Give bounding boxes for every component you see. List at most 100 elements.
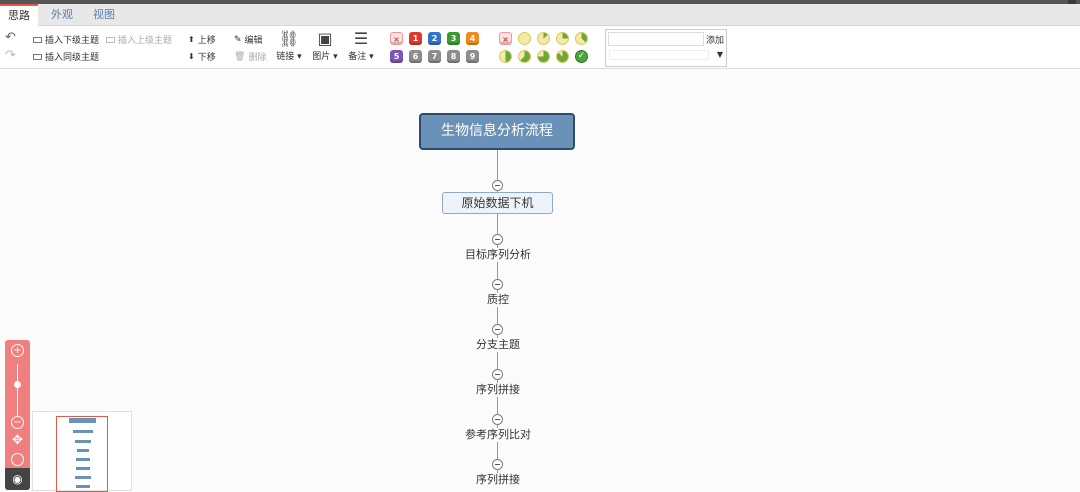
- tab-bar: 思路 外观 视图: [0, 4, 1080, 27]
- progress-7-8-icon[interactable]: [556, 50, 569, 63]
- remove-priority-icon[interactable]: ×: [390, 32, 403, 45]
- progress-fill: [538, 51, 549, 62]
- root-topic[interactable]: 生物信息分析流程: [419, 113, 575, 150]
- chevron-down-icon: ▾: [366, 52, 374, 62]
- insert-sibling-button[interactable]: 插入同级主题: [33, 50, 99, 63]
- priority-1-icon[interactable]: 1: [409, 32, 422, 45]
- zoom-in-icon[interactable]: +: [11, 344, 24, 357]
- chevron-down-icon: ▾: [330, 52, 338, 62]
- note-label: 备注: [348, 52, 367, 62]
- insert-sibling-icon: [33, 53, 42, 60]
- move-down-label: 下移: [197, 53, 216, 63]
- collapse-toggle[interactable]: [492, 234, 503, 245]
- collapse-toggle[interactable]: [492, 369, 503, 380]
- subtopic-node[interactable]: 序列拼接: [438, 383, 558, 397]
- delete-label: 删除: [248, 53, 267, 63]
- edit-icon: ✎: [234, 34, 242, 45]
- image-icon: ▣: [317, 29, 333, 48]
- note-icon: ☰: [353, 29, 369, 48]
- progress-fill: [576, 33, 587, 44]
- priority-2-icon[interactable]: 2: [428, 32, 441, 45]
- priority-9-icon[interactable]: 9: [466, 50, 479, 63]
- progress-fill: [557, 33, 568, 44]
- subtopic-node[interactable]: 参考序列比对: [438, 428, 558, 442]
- redo-icon[interactable]: ↷: [5, 48, 16, 63]
- progress-4-8-icon[interactable]: [499, 50, 512, 63]
- tab-appearance[interactable]: 外观: [43, 4, 81, 26]
- link-button[interactable]: ⛓ 链接 ▾: [274, 29, 304, 62]
- priority-8-icon[interactable]: 8: [447, 50, 460, 63]
- subtopic-node[interactable]: 序列拼接: [438, 473, 558, 487]
- toolbar: ↶ ↷ 插入下级主题 插入上级主题 插入同级主题 ⬆ 上移 ⬇ 下移 ✎ 编辑 …: [0, 26, 1080, 69]
- priority-4-icon[interactable]: 4: [466, 32, 479, 45]
- main-topic[interactable]: 原始数据下机: [442, 192, 553, 214]
- link-label: 链接: [276, 52, 295, 62]
- move-icon[interactable]: ✥: [11, 434, 24, 448]
- undo-icon[interactable]: ↶: [5, 30, 16, 45]
- locate-icon[interactable]: [11, 453, 24, 466]
- tab-view[interactable]: 视图: [85, 4, 123, 26]
- move-up-label: 上移: [197, 36, 216, 46]
- minimap-viewport[interactable]: [56, 416, 108, 492]
- insert-sibling-label: 插入同级主题: [45, 53, 100, 63]
- zoom-panel: + − ✥ ◉: [5, 340, 30, 490]
- move-down-button[interactable]: ⬇ 下移: [188, 50, 216, 63]
- insert-child-icon: [33, 36, 42, 43]
- add-resource-button[interactable]: 添加: [706, 33, 724, 46]
- note-button[interactable]: ☰ 备注 ▾: [346, 29, 376, 62]
- minimap-node: [76, 467, 90, 470]
- priority-3-icon[interactable]: 3: [447, 32, 460, 45]
- resource-list[interactable]: [609, 50, 709, 60]
- chevron-down-icon[interactable]: ▼: [717, 50, 723, 59]
- zoom-out-icon[interactable]: −: [11, 416, 24, 429]
- priority-6-icon[interactable]: 6: [409, 50, 422, 63]
- minimap-node: [75, 476, 91, 479]
- progress-5-8-icon[interactable]: [518, 50, 531, 63]
- insert-child-button[interactable]: 插入下级主题: [33, 33, 99, 46]
- down-arrow-icon: ⬇: [188, 52, 195, 61]
- move-up-button[interactable]: ⬆ 上移: [188, 33, 216, 46]
- zoom-slider-handle[interactable]: [14, 381, 21, 388]
- progress-fill: ✓: [577, 51, 586, 61]
- progress-2-8-icon[interactable]: [556, 32, 569, 45]
- priority-7-icon[interactable]: 7: [428, 50, 441, 63]
- progress-fill: [500, 51, 511, 62]
- resource-panel: 添加 ▼: [605, 29, 727, 67]
- subtopic-node[interactable]: 目标序列分析: [438, 248, 558, 262]
- progress-fill: [538, 33, 549, 44]
- progress-0-8-icon[interactable]: [518, 32, 531, 45]
- minimap-node: [77, 449, 89, 452]
- up-arrow-icon: ⬆: [188, 35, 195, 44]
- image-button[interactable]: ▣ 图片 ▾: [310, 29, 340, 62]
- minimap-node: [76, 458, 90, 461]
- progress-3-8-icon[interactable]: [575, 32, 588, 45]
- collapse-toggle[interactable]: [492, 459, 503, 470]
- chevron-down-icon: ▾: [294, 52, 302, 62]
- link-icon: ⛓: [278, 29, 300, 48]
- mindmap-canvas[interactable]: 生物信息分析流程 原始数据下机 目标序列分析 质控 分支主题 序列拼接 参考序列比对 序列…: [0, 70, 1080, 491]
- minimap-node: [73, 430, 93, 433]
- tab-idea[interactable]: 思路: [0, 4, 38, 27]
- subtopic-node[interactable]: 质控: [438, 293, 558, 307]
- priority-5-icon[interactable]: 5: [390, 50, 403, 63]
- subtopic-node[interactable]: 分支主题: [438, 338, 558, 352]
- eye-icon[interactable]: ◉: [5, 468, 30, 490]
- collapse-toggle[interactable]: [492, 279, 503, 290]
- edit-label: 编辑: [244, 36, 263, 46]
- progress-1-8-icon[interactable]: [537, 32, 550, 45]
- zoom-slider-track[interactable]: [17, 364, 18, 416]
- delete-button[interactable]: 🗑 删除: [234, 50, 267, 64]
- collapse-toggle[interactable]: [492, 414, 503, 425]
- edit-button[interactable]: ✎ 编辑: [234, 33, 263, 47]
- resource-input[interactable]: [608, 32, 704, 46]
- collapse-toggle[interactable]: [492, 324, 503, 335]
- trash-icon: 🗑: [234, 51, 246, 62]
- navigator-minimap[interactable]: [32, 411, 132, 492]
- remove-progress-icon[interactable]: ×: [499, 32, 512, 45]
- collapse-toggle[interactable]: [492, 180, 503, 191]
- minimap-node: [75, 440, 91, 443]
- progress-fill: [557, 51, 568, 62]
- progress-8-8-icon[interactable]: ✓: [575, 50, 588, 63]
- progress-6-8-icon[interactable]: [537, 50, 550, 63]
- insert-parent-button[interactable]: 插入上级主题: [106, 33, 172, 46]
